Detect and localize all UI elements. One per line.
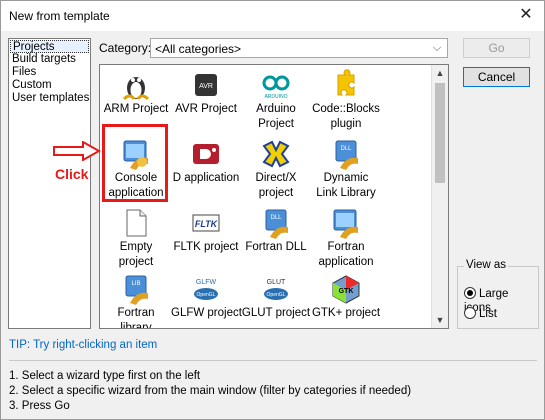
svg-text:GLFW: GLFW	[196, 279, 217, 286]
wizard-item-label: Direct/X	[255, 172, 297, 184]
instruction-line: 2. Select a specific wizard from the mai…	[9, 385, 412, 397]
svg-text:LIB: LIB	[131, 281, 140, 287]
wizard-item-label: Code::Blocks	[312, 103, 380, 115]
list-radio[interactable]: List	[464, 307, 497, 321]
go-button[interactable]: Go	[463, 38, 530, 58]
annotation-arrow-icon	[53, 141, 101, 161]
instruction-line: 3. Press Go	[9, 400, 70, 412]
category-dropdown[interactable]: <All categories> ⌵	[150, 38, 448, 58]
wizard-item-label: D application	[172, 172, 240, 184]
wizard-item-label: Fortran DLL	[245, 241, 307, 253]
wizard-item-d-application[interactable]: D application	[171, 138, 241, 185]
dynamic-link-library-icon: DLL	[330, 138, 362, 170]
wizard-item-label: Arduino	[256, 103, 296, 115]
scroll-down-icon[interactable]: ▼	[432, 312, 448, 328]
wizard-item-arduino-project[interactable]: ARDUINO Arduino Project	[241, 69, 311, 131]
wizard-item-label: FLTK project	[173, 241, 239, 253]
list-item-projects[interactable]: Projects	[10, 40, 89, 53]
category-label: Category:	[99, 41, 152, 55]
wizard-item-label: project	[258, 187, 294, 199]
gtk-project-icon: GTK	[330, 273, 362, 305]
svg-text:DLL: DLL	[340, 146, 352, 152]
wizard-item-dynamic-link-library[interactable]: DLL Dynamic Link Library	[311, 138, 381, 200]
wizard-item-glfw-project[interactable]: GLFW OpenGL GLFW project	[171, 273, 242, 320]
annotation-click-label: Click	[55, 166, 89, 182]
fortran-dll-icon: DLL	[260, 207, 292, 239]
cancel-button[interactable]: Cancel	[463, 67, 530, 87]
wizard-item-directx-project[interactable]: Direct/X project	[241, 138, 311, 200]
view-as-group: View as Large icons List	[457, 259, 539, 329]
annotation-highlight-box	[102, 124, 168, 202]
codeblocks-plugin-icon	[330, 69, 362, 101]
fortran-library-icon: LIB	[120, 273, 152, 305]
glut-project-icon: GLUT OpenGL	[260, 273, 292, 305]
wizard-item-empty-project[interactable]: Empty project	[101, 207, 171, 269]
wizard-item-label: GLUT project	[241, 307, 311, 319]
svg-text:OpenGL: OpenGL	[267, 292, 286, 298]
glfw-project-icon: GLFW OpenGL	[190, 273, 222, 305]
radio-unselected-icon	[464, 307, 476, 319]
title-bar: New from template ✕	[1, 1, 544, 31]
wizard-item-codeblocks-plugin[interactable]: Code::Blocksplugin	[311, 69, 381, 131]
wizard-item-label: Dynamic	[323, 172, 369, 184]
svg-text:GLUT: GLUT	[267, 279, 286, 286]
wizard-item-label: project	[118, 256, 154, 268]
wizard-item-label: AVR Project	[175, 103, 237, 115]
wizard-item-label: Project	[258, 118, 294, 130]
wizard-item-label: Empty	[119, 241, 153, 253]
wizard-item-label: library	[120, 322, 152, 329]
empty-project-icon	[120, 207, 152, 239]
list-label: List	[479, 308, 497, 320]
wizard-item-arm-project[interactable]: ARM Project	[101, 69, 171, 116]
divider	[9, 360, 537, 361]
tip-text: TIP: Try right-clicking an item	[9, 339, 158, 351]
wizard-item-label: Link Library	[316, 187, 376, 199]
wizard-item-label: GTK+ project	[311, 307, 381, 319]
svg-text:GTK: GTK	[339, 288, 354, 295]
chevron-down-icon: ⌵	[432, 42, 442, 54]
vertical-scrollbar[interactable]: ▲ ▼	[431, 65, 448, 328]
wizard-item-label: plugin	[330, 118, 362, 130]
d-application-icon	[190, 138, 222, 170]
fltk-project-icon: FLTK	[190, 207, 222, 239]
list-item-custom[interactable]: Custom	[10, 79, 89, 92]
dialog-title: New from template	[9, 9, 110, 23]
wizard-item-label: application	[318, 256, 374, 268]
svg-text:DLL: DLL	[270, 215, 282, 221]
instruction-line: 1. Select a wizard type first on the lef…	[9, 370, 201, 382]
new-from-template-dialog: New from template ✕ Projects Build targe…	[0, 0, 545, 420]
category-value: <All categories>	[155, 42, 242, 56]
scroll-up-icon[interactable]: ▲	[432, 65, 448, 81]
avr-project-icon: AVR	[190, 69, 222, 101]
svg-text:AVR: AVR	[199, 83, 213, 90]
wizard-type-list[interactable]: Projects Build targets Files Custom User…	[8, 38, 91, 329]
wizard-item-label: GLFW project	[171, 307, 242, 319]
wizard-item-fortran-application[interactable]: Fortran application	[311, 207, 381, 269]
arm-project-icon	[120, 69, 152, 101]
wizard-item-fortran-library[interactable]: LIB Fortran library	[101, 273, 171, 329]
directx-project-icon	[260, 138, 292, 170]
list-item-build-targets[interactable]: Build targets	[10, 53, 89, 66]
svg-text:ARDUINO: ARDUINO	[264, 94, 287, 100]
list-item-files[interactable]: Files	[10, 66, 89, 79]
wizard-item-label: ARM Project	[103, 103, 169, 115]
wizard-item-label: Fortran	[327, 241, 365, 253]
wizard-item-avr-project[interactable]: AVR AVR Project	[171, 69, 241, 116]
wizard-item-label: Fortran	[117, 307, 155, 319]
svg-text:FLTK: FLTK	[195, 219, 219, 229]
radio-selected-icon	[464, 287, 476, 299]
fortran-application-icon	[330, 207, 362, 239]
list-item-user-templates[interactable]: User templates	[10, 92, 89, 105]
wizard-item-fortran-dll[interactable]: DLL Fortran DLL	[241, 207, 311, 254]
wizard-item-glut-project[interactable]: GLUT OpenGL GLUT project	[241, 273, 311, 320]
arduino-project-icon: ARDUINO	[260, 69, 292, 101]
close-icon[interactable]: ✕	[516, 5, 536, 25]
wizard-item-gtk-project[interactable]: GTK GTK+ project	[311, 273, 381, 320]
wizard-item-fltk-project[interactable]: FLTK FLTK project	[171, 207, 241, 254]
svg-text:OpenGL: OpenGL	[197, 292, 216, 298]
scroll-thumb[interactable]	[435, 83, 445, 183]
view-as-legend: View as	[464, 259, 509, 271]
